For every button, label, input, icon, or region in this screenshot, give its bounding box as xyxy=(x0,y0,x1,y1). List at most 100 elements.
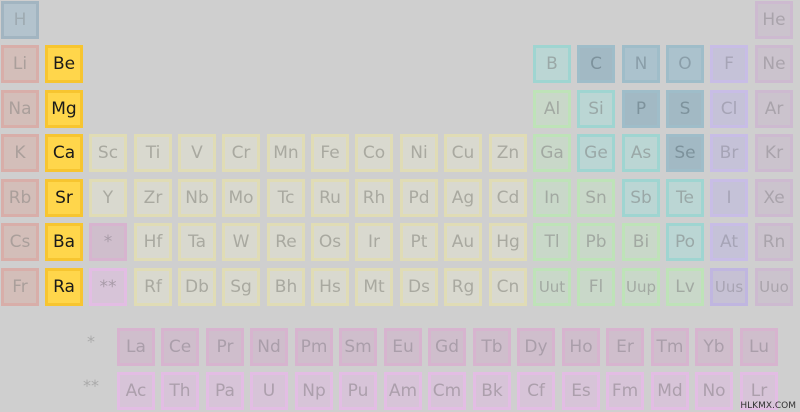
element-cell-sn[interactable]: Sn xyxy=(577,179,615,217)
element-cell-ca[interactable]: Ca xyxy=(45,134,83,172)
element-cell-cu[interactable]: Cu xyxy=(444,134,482,172)
element-cell-hf[interactable]: Hf xyxy=(134,223,172,261)
element-cell-be[interactable]: Be xyxy=(45,45,83,83)
element-cell-se[interactable]: Se xyxy=(666,134,704,172)
element-cell-ge[interactable]: Ge xyxy=(577,134,615,172)
element-cell-zn[interactable]: Zn xyxy=(489,134,527,172)
element-cell-sc[interactable]: Sc xyxy=(89,134,127,172)
element-cell-cm[interactable]: Cm xyxy=(428,372,466,410)
element-cell-rb[interactable]: Rb xyxy=(1,179,39,217)
element-cell-zr[interactable]: Zr xyxy=(134,179,172,217)
element-cell-pm[interactable]: Pm xyxy=(295,328,333,366)
element-cell-lv[interactable]: Lv xyxy=(666,268,704,306)
element-cell-cd[interactable]: Cd xyxy=(489,179,527,217)
element-cell-uuo[interactable]: Uuo xyxy=(755,268,793,306)
element-cell-pr[interactable]: Pr xyxy=(206,328,244,366)
element-cell-fr[interactable]: Fr xyxy=(1,268,39,306)
element-cell-md[interactable]: Md xyxy=(651,372,689,410)
element-cell-ac[interactable]: Ac xyxy=(117,372,155,410)
element-cell-star[interactable]: * xyxy=(89,223,127,261)
element-cell-tm[interactable]: Tm xyxy=(651,328,689,366)
element-cell-ag[interactable]: Ag xyxy=(444,179,482,217)
element-cell-tc[interactable]: Tc xyxy=(267,179,305,217)
element-cell-in[interactable]: In xyxy=(533,179,571,217)
element-cell-no[interactable]: No xyxy=(695,372,733,410)
element-cell-es[interactable]: Es xyxy=(562,372,600,410)
element-cell-ta[interactable]: Ta xyxy=(178,223,216,261)
element-cell-ba[interactable]: Ba xyxy=(45,223,83,261)
element-cell-cr[interactable]: Cr xyxy=(222,134,260,172)
element-cell-dy[interactable]: Dy xyxy=(517,328,555,366)
element-cell-re[interactable]: Re xyxy=(267,223,305,261)
element-cell-starstar[interactable]: ** xyxy=(89,268,127,306)
element-cell-cn[interactable]: Cn xyxy=(489,268,527,306)
element-cell-cs[interactable]: Cs xyxy=(1,223,39,261)
element-cell-f[interactable]: F xyxy=(710,45,748,83)
element-cell-sr[interactable]: Sr xyxy=(45,179,83,217)
element-cell-c[interactable]: C xyxy=(577,45,615,83)
element-cell-db[interactable]: Db xyxy=(178,268,216,306)
element-cell-ar[interactable]: Ar xyxy=(755,90,793,128)
element-cell-p[interactable]: P xyxy=(622,90,660,128)
element-cell-rg[interactable]: Rg xyxy=(444,268,482,306)
element-cell-u[interactable]: U xyxy=(250,372,288,410)
element-cell-np[interactable]: Np xyxy=(295,372,333,410)
element-cell-sg[interactable]: Sg xyxy=(222,268,260,306)
element-cell-ds[interactable]: Ds xyxy=(400,268,438,306)
element-cell-fl[interactable]: Fl xyxy=(577,268,615,306)
element-cell-er[interactable]: Er xyxy=(606,328,644,366)
element-cell-cf[interactable]: Cf xyxy=(517,372,555,410)
element-cell-hg[interactable]: Hg xyxy=(489,223,527,261)
element-cell-sb[interactable]: Sb xyxy=(622,179,660,217)
element-cell-fm[interactable]: Fm xyxy=(606,372,644,410)
element-cell-pu[interactable]: Pu xyxy=(339,372,377,410)
element-cell-ra[interactable]: Ra xyxy=(45,268,83,306)
element-cell-mo[interactable]: Mo xyxy=(222,179,260,217)
element-cell-bh[interactable]: Bh xyxy=(267,268,305,306)
element-cell-mg[interactable]: Mg xyxy=(45,90,83,128)
element-cell-fe[interactable]: Fe xyxy=(311,134,349,172)
element-cell-pd[interactable]: Pd xyxy=(400,179,438,217)
element-cell-s[interactable]: S xyxy=(666,90,704,128)
element-cell-eu[interactable]: Eu xyxy=(384,328,422,366)
element-cell-b[interactable]: B xyxy=(533,45,571,83)
element-cell-ir[interactable]: Ir xyxy=(355,223,393,261)
element-cell-br[interactable]: Br xyxy=(710,134,748,172)
element-cell-y[interactable]: Y xyxy=(89,179,127,217)
element-cell-as[interactable]: As xyxy=(622,134,660,172)
element-cell-o[interactable]: O xyxy=(666,45,704,83)
element-cell-la[interactable]: La xyxy=(117,328,155,366)
element-cell-uus[interactable]: Uus xyxy=(710,268,748,306)
element-cell-xe[interactable]: Xe xyxy=(755,179,793,217)
element-cell-ni[interactable]: Ni xyxy=(400,134,438,172)
element-cell-nb[interactable]: Nb xyxy=(178,179,216,217)
element-cell-al[interactable]: Al xyxy=(533,90,571,128)
element-cell-ti[interactable]: Ti xyxy=(134,134,172,172)
element-cell-n[interactable]: N xyxy=(622,45,660,83)
element-cell-am[interactable]: Am xyxy=(384,372,422,410)
element-cell-mn[interactable]: Mn xyxy=(267,134,305,172)
element-cell-rh[interactable]: Rh xyxy=(355,179,393,217)
element-cell-hs[interactable]: Hs xyxy=(311,268,349,306)
element-cell-au[interactable]: Au xyxy=(444,223,482,261)
element-cell-ho[interactable]: Ho xyxy=(562,328,600,366)
element-cell-nd[interactable]: Nd xyxy=(250,328,288,366)
element-cell-bi[interactable]: Bi xyxy=(622,223,660,261)
element-cell-v[interactable]: V xyxy=(178,134,216,172)
element-cell-tb[interactable]: Tb xyxy=(473,328,511,366)
element-cell-yb[interactable]: Yb xyxy=(695,328,733,366)
element-cell-ga[interactable]: Ga xyxy=(533,134,571,172)
element-cell-li[interactable]: Li xyxy=(1,45,39,83)
element-cell-ru[interactable]: Ru xyxy=(311,179,349,217)
element-cell-pa[interactable]: Pa xyxy=(206,372,244,410)
element-cell-kr[interactable]: Kr xyxy=(755,134,793,172)
element-cell-co[interactable]: Co xyxy=(355,134,393,172)
element-cell-uup[interactable]: Uup xyxy=(622,268,660,306)
element-cell-th[interactable]: Th xyxy=(161,372,199,410)
element-cell-h[interactable]: H xyxy=(1,1,39,39)
element-cell-lu[interactable]: Lu xyxy=(740,328,778,366)
element-cell-ce[interactable]: Ce xyxy=(161,328,199,366)
element-cell-i[interactable]: I xyxy=(710,179,748,217)
element-cell-na[interactable]: Na xyxy=(1,90,39,128)
element-cell-si[interactable]: Si xyxy=(577,90,615,128)
